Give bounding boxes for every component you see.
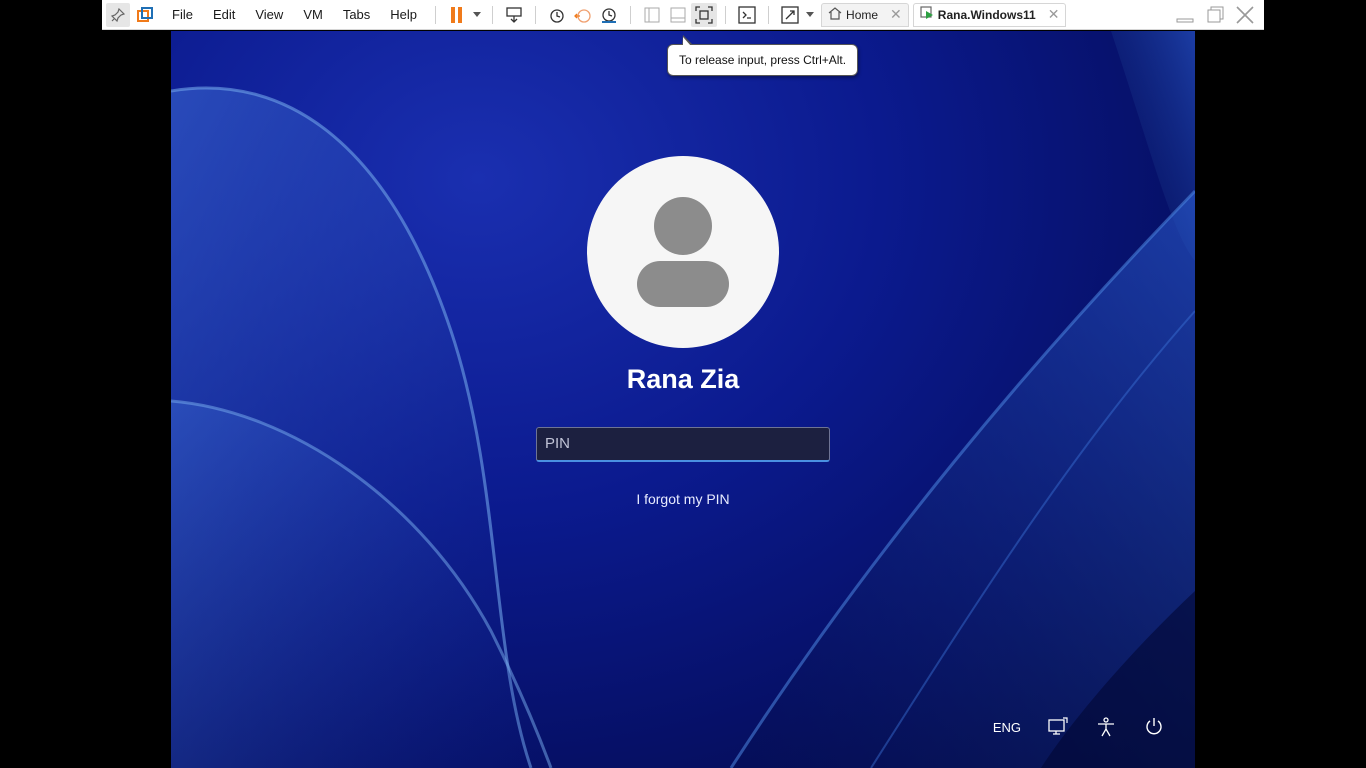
- release-input-tooltip: To release input, press Ctrl+Alt.: [667, 35, 859, 76]
- menu-bar: File Edit View VM Tabs Help: [162, 3, 427, 27]
- menu-view[interactable]: View: [245, 3, 293, 27]
- toolbar-divider: [630, 5, 632, 24]
- send-ctrl-alt-del-icon[interactable]: [501, 3, 527, 27]
- tab-home-label: Home: [846, 7, 879, 22]
- power-dropdown-chevron-down-icon[interactable]: [470, 3, 484, 27]
- pause-icon[interactable]: [444, 3, 470, 27]
- full-screen-icon[interactable]: [691, 2, 718, 27]
- network-icon[interactable]: [1047, 716, 1069, 738]
- tab-vm-close-icon[interactable]: ✕: [1048, 6, 1060, 23]
- toolbar-divider: [725, 5, 727, 24]
- pin-toolbar-icon[interactable]: [106, 2, 130, 27]
- avatar: [587, 156, 779, 348]
- lock-screen-tray: ENG: [993, 716, 1165, 738]
- vm-running-icon: [920, 6, 934, 23]
- show-library-icon[interactable]: [639, 3, 665, 27]
- tab-home-close-icon[interactable]: ✕: [890, 6, 902, 23]
- home-icon: [828, 6, 842, 23]
- tab-home[interactable]: Home ✕: [821, 2, 909, 27]
- vmware-toolbar: File Edit View VM Tabs Help Home ✕ Rana.…: [102, 0, 1264, 30]
- minimize-icon[interactable]: [1170, 3, 1200, 27]
- revert-snapshot-icon[interactable]: [570, 3, 596, 27]
- stretch-guest-icon[interactable]: [777, 3, 803, 27]
- pin-input[interactable]: [545, 428, 815, 459]
- stretch-dropdown-chevron-down-icon[interactable]: [803, 3, 817, 27]
- toolbar-divider: [492, 5, 494, 24]
- accessibility-icon[interactable]: [1095, 716, 1117, 738]
- menu-edit[interactable]: Edit: [203, 3, 245, 27]
- pin-field[interactable]: [536, 427, 830, 462]
- toolbar-divider: [768, 5, 770, 24]
- toolbar-divider: [435, 5, 437, 24]
- snapshot-manager-icon[interactable]: [596, 3, 622, 27]
- vm-display[interactable]: Rana Zia I forgot my PIN ENG: [171, 31, 1195, 768]
- vmware-logo-icon: [134, 3, 156, 27]
- menu-vm[interactable]: VM: [293, 3, 333, 27]
- menu-file[interactable]: File: [162, 3, 203, 27]
- restore-icon[interactable]: [1200, 3, 1230, 27]
- thumbnail-bar-icon[interactable]: [665, 3, 691, 27]
- forgot-pin-link[interactable]: I forgot my PIN: [171, 491, 1195, 507]
- language-indicator[interactable]: ENG: [993, 720, 1021, 735]
- toolbar-divider: [535, 5, 537, 24]
- window-controls: [1170, 0, 1260, 30]
- tab-rana-windows11[interactable]: Rana.Windows11 ✕: [912, 2, 1067, 27]
- bloom-wallpaper: [171, 31, 1195, 768]
- snapshot-icon[interactable]: [544, 3, 570, 27]
- menu-tabs[interactable]: Tabs: [333, 3, 380, 27]
- power-icon[interactable]: [1143, 716, 1165, 738]
- user-silhouette-icon: [637, 197, 729, 307]
- tab-vm-label: Rana.Windows11: [937, 7, 1036, 22]
- console-view-icon[interactable]: [734, 3, 760, 27]
- close-icon[interactable]: [1230, 3, 1260, 27]
- user-name: Rana Zia: [626, 364, 740, 394]
- menu-help[interactable]: Help: [380, 3, 427, 27]
